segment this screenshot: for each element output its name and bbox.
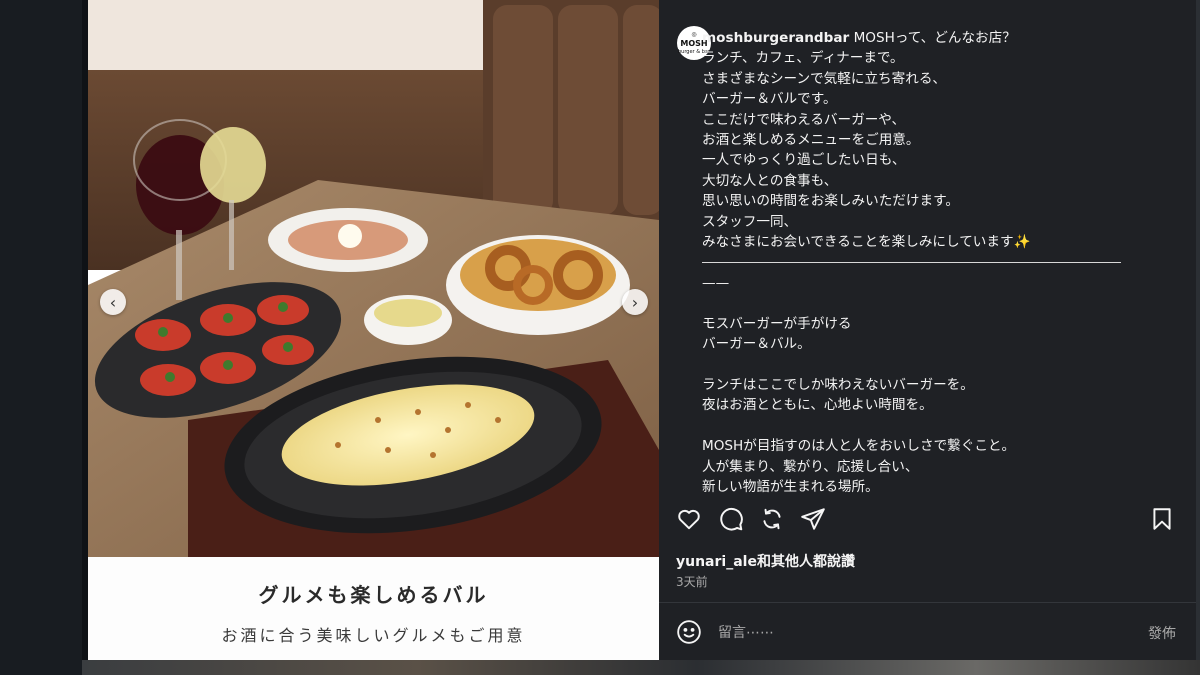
- post-media: ‹ › グルメも楽しめるバル お酒に合う美味しいグルメもご用意: [88, 0, 659, 660]
- repost-button[interactable]: [759, 506, 787, 534]
- avatar-logo-icon: ◎: [691, 30, 697, 38]
- caption-line: みなさまにお会いできることを楽しみにしています✨: [702, 234, 1031, 251]
- caption-line: MOSHって、どんなお店？: [853, 30, 1016, 46]
- emoji-button[interactable]: [676, 619, 702, 645]
- caption-line: さまざまなシーンで気軽に立ち寄れる、: [702, 70, 947, 87]
- caption-line: ランチ、カフェ、ディナーまで。: [702, 50, 904, 67]
- caption-line: MOSHが目指すのは人と人をおいしさで繋ぐこと。: [702, 438, 1016, 455]
- caption-username[interactable]: moshburgerandbar: [702, 30, 849, 46]
- image-caption-band: グルメも楽しめるバル お酒に合う美味しいグルメもご用意: [88, 557, 659, 660]
- caption-line: スタッフ一同、: [702, 213, 798, 230]
- caption-line: モスバーガーが手がける: [702, 315, 852, 332]
- caption-line: ランチはここでしか味わえないバーガーを。: [702, 376, 974, 393]
- caption-line: 夜はお酒とともに、心地よい時間を。: [702, 397, 933, 414]
- caption-line: バーガー＆バル。: [702, 336, 811, 353]
- caption-line: 大切な人との食事も、: [702, 172, 838, 189]
- post-modal: ‹ › グルメも楽しめるバル お酒に合う美味しいグルメもご用意 ◎ MOSH b…: [88, 0, 1196, 660]
- like-button[interactable]: [676, 506, 704, 534]
- carousel-prev-button[interactable]: ‹: [100, 289, 126, 315]
- caption-rule: ——: [702, 274, 730, 291]
- caption-line: 人が集まり、繋がり、応援し合い、: [702, 458, 919, 475]
- image-caption-title: グルメも楽しめるバル: [258, 583, 489, 607]
- share-button[interactable]: [800, 506, 828, 534]
- page-backdrop-left: [0, 0, 82, 675]
- caption-divider: [702, 262, 1121, 263]
- caption-line: 思い思いの時間をお楽しみいただけます。: [702, 193, 959, 210]
- emoji-icon: [677, 620, 701, 644]
- action-bar: [659, 506, 1196, 536]
- comment-input[interactable]: [716, 619, 1110, 647]
- caption-area[interactable]: ◎ MOSH burger & bar moshburgerandbar MOS…: [659, 0, 1196, 498]
- comment-button[interactable]: [718, 506, 746, 534]
- carousel-next-button[interactable]: ›: [622, 289, 648, 315]
- food-photo: [88, 0, 659, 557]
- share-icon: [801, 508, 825, 530]
- post-comment-button[interactable]: 發佈: [1148, 623, 1176, 643]
- caption-line: ここだけで味わえるバーガーや、: [702, 111, 906, 128]
- comment-icon: [720, 508, 743, 531]
- repost-icon: [763, 508, 781, 530]
- page-backdrop-strip: [82, 660, 1200, 675]
- likes-summary[interactable]: yunari_ale和其他人都說讚: [676, 551, 855, 571]
- post-side-panel: ◎ MOSH burger & bar moshburgerandbar MOS…: [659, 0, 1196, 660]
- caption-line: 新しい物語が生まれる場所。: [702, 478, 879, 495]
- caption-line: 一人でゆっくり過ごしたい日も、: [702, 152, 906, 169]
- post-time[interactable]: 3天前: [676, 573, 708, 590]
- chevron-right-icon: ›: [631, 292, 639, 312]
- chevron-left-icon: ‹: [109, 292, 117, 312]
- heart-icon: [678, 509, 700, 530]
- caption-line: バーガー＆バルです。: [702, 91, 837, 108]
- image-caption-subtitle: お酒に合う美味しいグルメもご用意: [221, 626, 526, 645]
- comment-bar: 發佈: [659, 602, 1196, 661]
- bookmark-icon: [1153, 508, 1171, 530]
- caption-line: お酒と楽しめるメニューをご用意。: [702, 132, 920, 149]
- bookmark-button[interactable]: [1149, 506, 1177, 534]
